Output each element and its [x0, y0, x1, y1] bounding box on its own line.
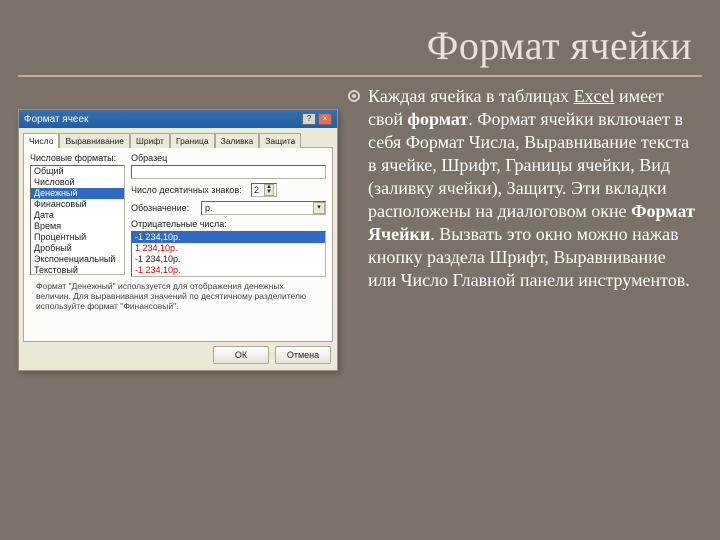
cancel-button[interactable]: Отмена [275, 346, 331, 364]
tab-Шрифт[interactable]: Шрифт [130, 133, 170, 148]
list-item[interactable]: 1 234,10р. [132, 243, 325, 254]
tab-Выравнивание[interactable]: Выравнивание [59, 133, 130, 148]
list-item[interactable]: Процентный [31, 232, 124, 243]
list-item[interactable]: Текстовый [31, 265, 124, 275]
divider [18, 75, 702, 77]
list-item[interactable]: Финансовый [31, 199, 124, 210]
negative-label: Отрицательные числа: [131, 219, 326, 229]
number-format-list[interactable]: ОбщийЧисловойДенежныйФинансовыйДатаВремя… [30, 165, 125, 275]
page-title: Формат ячейки [18, 18, 702, 69]
sample-label: Образец [131, 153, 326, 163]
dialog-title-text: Формат ячеек [24, 114, 88, 125]
list-item[interactable]: Дробный [31, 243, 124, 254]
paragraph: Каждая ячейка в таблицах Excel имеет сво… [368, 85, 696, 292]
sample-box [131, 165, 326, 179]
ok-button[interactable]: ОК [213, 346, 269, 364]
list-item[interactable]: -1 234,10р. [132, 254, 325, 265]
dialog-titlebar: Формат ячеек ? × [19, 110, 337, 128]
bullet-icon [348, 90, 360, 102]
tab-number-body: Числовые форматы: ОбщийЧисловойДенежныйФ… [23, 147, 333, 342]
list-item[interactable]: Денежный [31, 188, 124, 199]
decimals-spinner[interactable]: 2 ▲▼ [251, 183, 277, 197]
tab-Граница[interactable]: Граница [170, 133, 215, 148]
currency-combo[interactable]: р. ▾ [201, 201, 326, 215]
list-item[interactable]: Числовой [31, 177, 124, 188]
list-item[interactable]: Экспоненциальный [31, 254, 124, 265]
list-item[interactable]: -1 234,10р. [132, 232, 325, 243]
negative-numbers-list[interactable]: -1 234,10р.1 234,10р.-1 234,10р.-1 234,1… [131, 231, 326, 277]
categories-label: Числовые форматы: [30, 153, 125, 163]
tab-Защита[interactable]: Защита [259, 133, 301, 148]
tab-Заливка[interactable]: Заливка [215, 133, 260, 148]
tab-Число[interactable]: Число [23, 133, 59, 148]
spinner-buttons[interactable]: ▲▼ [264, 184, 274, 196]
list-item[interactable]: Общий [31, 166, 124, 177]
close-icon[interactable]: × [318, 113, 332, 125]
list-item[interactable]: Время [31, 221, 124, 232]
list-item[interactable]: Дата [31, 210, 124, 221]
format-cells-dialog: Формат ячеек ? × ЧислоВыравниваниеШрифтГ… [18, 109, 338, 371]
decimals-label: Число десятичных знаков: [131, 185, 251, 195]
format-description: Формат "Денежный" используется для отобр… [30, 277, 326, 315]
body-text: Каждая ячейка в таблицах Excel имеет сво… [348, 85, 702, 371]
list-item[interactable]: -1 234,10р. [132, 265, 325, 276]
chevron-down-icon[interactable]: ▾ [313, 202, 325, 214]
dialog-tabs: ЧислоВыравниваниеШрифтГраницаЗаливкаЗащи… [19, 128, 337, 147]
currency-label: Обозначение: [131, 203, 201, 213]
help-icon[interactable]: ? [302, 113, 316, 125]
